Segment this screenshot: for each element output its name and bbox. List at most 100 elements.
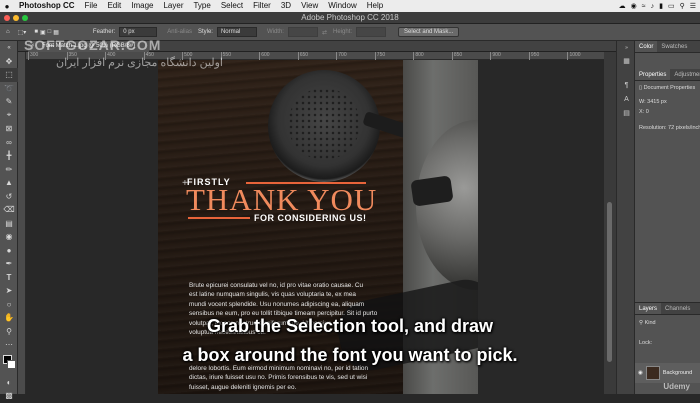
- menu-edit[interactable]: Edit: [102, 0, 126, 12]
- tab-swatches[interactable]: Swatches: [657, 41, 691, 52]
- watermark-logo: SOFTGOZAR.COM: [24, 37, 162, 53]
- feather-input[interactable]: 0 px: [119, 27, 158, 37]
- dodge-tool-icon[interactable]: ●: [0, 244, 18, 258]
- lasso-tool-icon[interactable]: ➰: [0, 82, 18, 96]
- quick-mask-icon[interactable]: ◐: [0, 376, 18, 390]
- swap-dimensions-icon[interactable]: ⇄: [322, 29, 327, 36]
- udemy-logo: Udemy: [663, 382, 690, 391]
- subtitle-line-1: Grab the Selection tool, and draw: [206, 316, 494, 336]
- toolbar-collapse-icon[interactable]: «: [0, 41, 18, 55]
- video-subtitles: Grab the Selection tool, and draw a box …: [0, 312, 700, 370]
- menu-help[interactable]: Help: [362, 0, 388, 12]
- properties-title: ▯ Document Properties: [639, 83, 696, 93]
- menu-photoshop[interactable]: Photoshop CC: [14, 0, 80, 12]
- menu-window[interactable]: Window: [323, 0, 361, 12]
- tab-properties[interactable]: Properties: [635, 69, 671, 80]
- creative-cloud-icon[interactable]: ☁: [619, 2, 626, 10]
- x-value[interactable]: 0: [646, 109, 649, 115]
- style-label: Style:: [197, 29, 213, 35]
- style-select[interactable]: Normal: [216, 27, 257, 37]
- x-label: X:: [639, 109, 645, 115]
- ruler-tick-label: 950: [528, 52, 540, 60]
- eyedropper-tool-icon[interactable]: ∞: [0, 136, 18, 150]
- crop-tool-icon[interactable]: ⌖: [0, 109, 18, 123]
- menu-type[interactable]: Type: [188, 0, 215, 12]
- menu-filter[interactable]: Filter: [248, 0, 276, 12]
- menu-view[interactable]: View: [296, 0, 323, 12]
- menu-layer[interactable]: Layer: [158, 0, 188, 12]
- quick-selection-tool-icon[interactable]: ✎: [0, 95, 18, 109]
- airplay-icon[interactable]: ▭: [668, 2, 675, 10]
- window-titlebar: Adobe Photoshop CC 2018: [0, 12, 700, 24]
- menu-file[interactable]: File: [80, 0, 103, 12]
- add-selection-icon[interactable]: ▣: [40, 29, 46, 36]
- intersect-selection-icon[interactable]: ▦: [53, 29, 59, 36]
- body-line: mundi vocent splendide. Usu nonumes adip…: [189, 300, 365, 308]
- panel-collapse-icon[interactable]: »: [617, 41, 636, 55]
- w-value[interactable]: 3415 px: [647, 99, 667, 105]
- menu-select[interactable]: Select: [216, 0, 248, 12]
- properties-panel-tabs: Properties Adjustments: [635, 69, 700, 81]
- menu-3d[interactable]: 3D: [276, 0, 296, 12]
- frame-tool-icon[interactable]: ⊠: [0, 122, 18, 136]
- body-line: dictas, iriure fuisset usu no. Primis fo…: [189, 374, 368, 382]
- properties-title-text: Document Properties: [643, 85, 696, 91]
- close-window-button[interactable]: [4, 15, 10, 21]
- type-tool-icon[interactable]: T: [0, 271, 18, 285]
- ellipse-tool-icon[interactable]: ○: [0, 298, 18, 312]
- minimize-window-button[interactable]: [13, 15, 19, 21]
- home-icon[interactable]: ⌂: [6, 29, 10, 35]
- subtract-selection-icon[interactable]: □: [48, 29, 52, 35]
- path-selection-tool-icon[interactable]: ➤: [0, 284, 18, 298]
- apple-icon[interactable]: ●: [0, 2, 14, 11]
- visibility-eye-icon[interactable]: ◉: [638, 370, 643, 376]
- width-input[interactable]: [287, 27, 318, 37]
- marquee-preset-icon[interactable]: ⬚▾: [18, 29, 27, 36]
- select-and-mask-button[interactable]: Select and Mask...: [398, 27, 460, 37]
- history-brush-tool-icon[interactable]: ↺: [0, 190, 18, 204]
- body-line: Brute epicurei consulatu vel no, id pro …: [189, 282, 364, 289]
- ruler-tick-label: 600: [259, 52, 270, 60]
- paragraph-panel-icon[interactable]: ¶: [617, 79, 636, 93]
- blur-tool-icon[interactable]: ◉: [0, 230, 18, 244]
- wifi-icon[interactable]: ≈: [642, 3, 646, 10]
- subtitle-line-2: a box around the font you want to pick.: [182, 345, 518, 365]
- antialias-checkbox[interactable]: Anti-alias: [167, 29, 192, 35]
- new-selection-icon[interactable]: ■: [34, 29, 38, 35]
- eraser-tool-icon[interactable]: ⌫: [0, 203, 18, 217]
- brush-tool-icon[interactable]: ✏: [0, 163, 18, 177]
- ruler-tick-label: 750: [374, 52, 386, 60]
- layer-name: Background: [662, 370, 693, 376]
- tab-color[interactable]: Color: [635, 41, 658, 52]
- properties-panel-body: ▯ Document Properties W: 3415 px X: 0 Re…: [635, 81, 700, 135]
- ruler-tick-label: 900: [490, 52, 501, 60]
- ruler-tick-label: 650: [297, 52, 309, 60]
- height-input[interactable]: [356, 27, 387, 37]
- watermark-tagline: اولین دانشگاه مجازی نرم افزار ایران: [56, 57, 223, 69]
- ruler-tick-label: 800: [413, 52, 424, 60]
- move-tool-icon[interactable]: ✥: [0, 55, 18, 69]
- pen-tool-icon[interactable]: ✒: [0, 257, 18, 271]
- orange-rule-bottom: [188, 217, 250, 219]
- search-icon[interactable]: ⚲: [680, 2, 685, 10]
- x-row: X: 0: [639, 107, 696, 117]
- healing-brush-tool-icon[interactable]: ╋: [0, 149, 18, 163]
- gradient-tool-icon[interactable]: ▤: [0, 217, 18, 231]
- clone-stamp-tool-icon[interactable]: ▲: [0, 176, 18, 190]
- eye-icon[interactable]: ◉: [631, 2, 637, 10]
- glyphs-panel-icon[interactable]: ▤: [617, 107, 636, 121]
- menu-image[interactable]: Image: [126, 0, 158, 12]
- menu-list-icon[interactable]: ☰: [690, 2, 696, 10]
- rectangular-marquee-tool-icon[interactable]: ⬚: [0, 68, 18, 82]
- battery-icon[interactable]: ▮: [659, 2, 663, 10]
- volume-icon[interactable]: ♪: [651, 3, 655, 10]
- tab-adjustments[interactable]: Adjustments: [670, 69, 700, 80]
- history-panel-icon[interactable]: ▦: [617, 55, 636, 69]
- screen-mode-icon[interactable]: ▩: [0, 389, 18, 403]
- maximize-window-button[interactable]: [22, 15, 28, 21]
- feather-label: Feather:: [92, 29, 116, 35]
- width-label: Width:: [266, 29, 284, 35]
- ruler-tick-label: 1000: [567, 52, 581, 60]
- body-line: est latine numquam singulis, vis quas vo…: [189, 291, 356, 299]
- character-panel-icon[interactable]: A: [617, 93, 636, 107]
